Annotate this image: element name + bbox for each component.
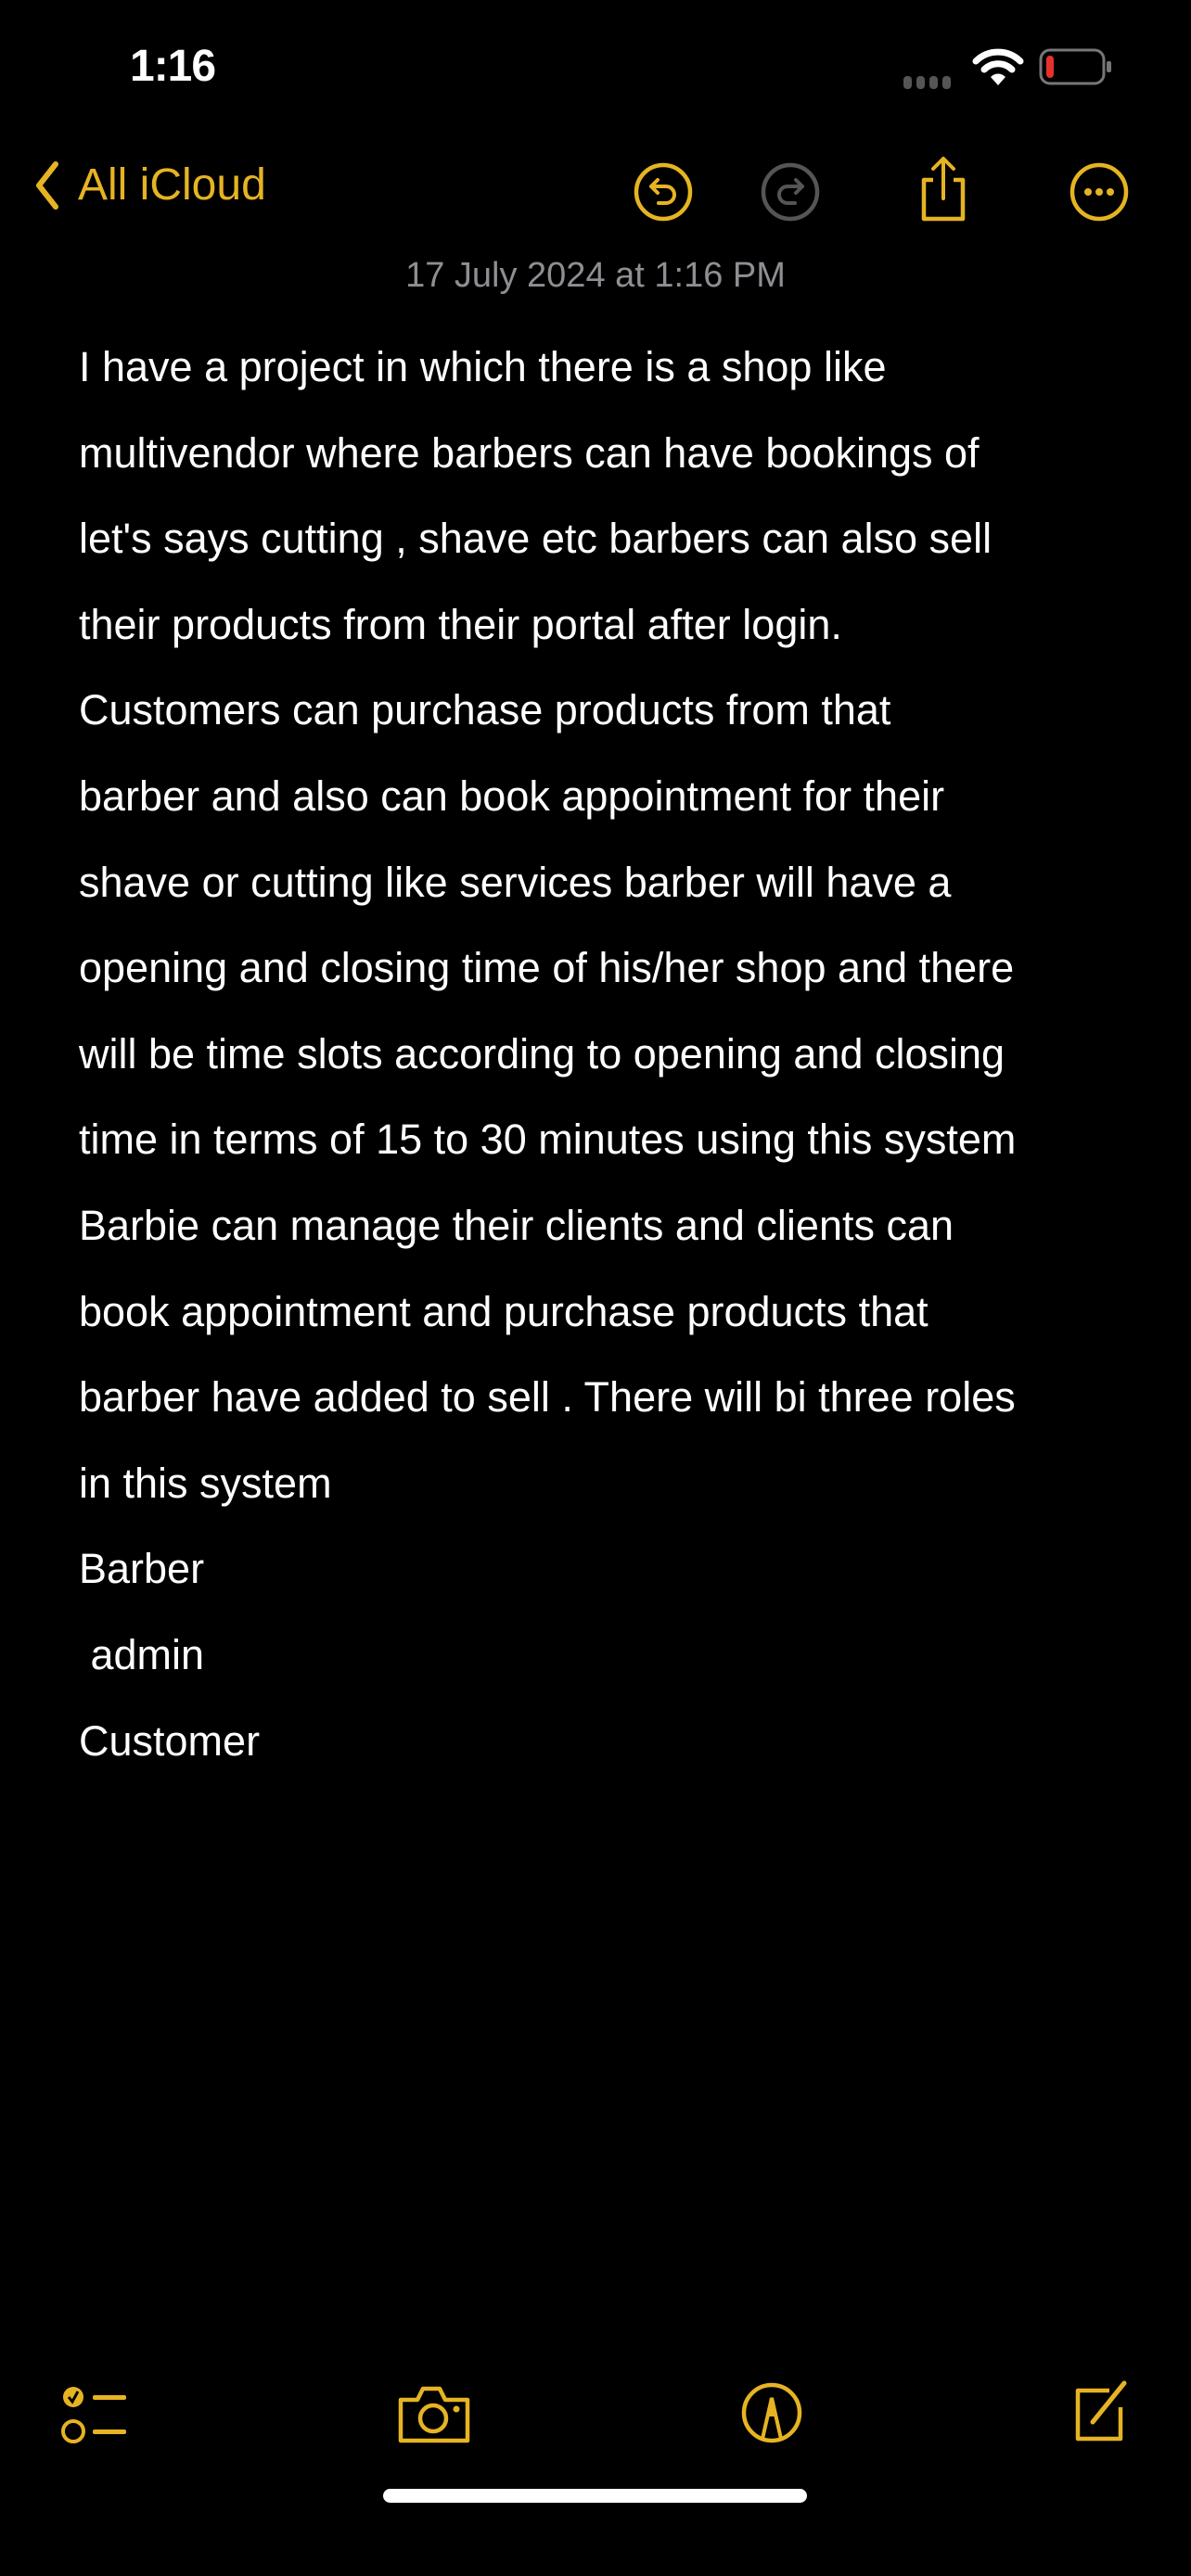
back-label: All iCloud bbox=[78, 160, 266, 210]
chevron-left-icon bbox=[36, 160, 58, 210]
note-body[interactable]: I have a project in which there is a sho… bbox=[79, 325, 1016, 1784]
wifi-icon bbox=[972, 48, 1024, 85]
note-line: barber have added to sell . There will b… bbox=[79, 1373, 1016, 1422]
status-time: 1:16 bbox=[130, 42, 216, 91]
note-line: book appointment and purchase products t… bbox=[79, 1287, 928, 1335]
note-line: opening and closing time of his/her shop… bbox=[79, 944, 1015, 992]
note-line: let's says cutting , shave etc barbers c… bbox=[79, 515, 992, 563]
note-line: Barbie can manage their clients and clie… bbox=[79, 1201, 954, 1249]
home-indicator[interactable] bbox=[383, 2489, 807, 2503]
checklist-icon[interactable] bbox=[61, 2385, 132, 2450]
note-line: Barber bbox=[79, 1545, 205, 1593]
compose-icon[interactable] bbox=[1072, 2379, 1132, 2442]
note-line: in this system bbox=[79, 1459, 332, 1507]
note-line: shave or cutting like services barber wi… bbox=[79, 858, 952, 906]
cellular-signal-icon bbox=[903, 76, 951, 89]
battery-icon bbox=[1039, 48, 1111, 85]
note-line: barber and also can book appointment for… bbox=[79, 772, 945, 820]
markup-icon[interactable] bbox=[740, 2381, 803, 2444]
note-line: will be time slots according to opening … bbox=[79, 1029, 1005, 1078]
back-button[interactable]: All iCloud bbox=[33, 159, 266, 210]
note-line: their products from their portal after l… bbox=[79, 600, 842, 648]
note-line: admin bbox=[79, 1630, 205, 1678]
note-line: Customer bbox=[79, 1716, 261, 1765]
note-line: I have a project in which there is a sho… bbox=[79, 343, 887, 390]
share-icon[interactable] bbox=[916, 154, 970, 224]
camera-icon[interactable] bbox=[397, 2385, 473, 2444]
more-icon[interactable] bbox=[1069, 161, 1130, 223]
note-line: Customers can purchase products from tha… bbox=[79, 686, 891, 734]
note-date: 17 July 2024 at 1:16 PM bbox=[405, 256, 786, 295]
redo-icon[interactable] bbox=[760, 161, 821, 223]
note-line: multivendor where barbers can have booki… bbox=[79, 428, 980, 477]
note-line: time in terms of 15 to 30 minutes using … bbox=[79, 1116, 1017, 1164]
undo-icon[interactable] bbox=[633, 161, 694, 223]
